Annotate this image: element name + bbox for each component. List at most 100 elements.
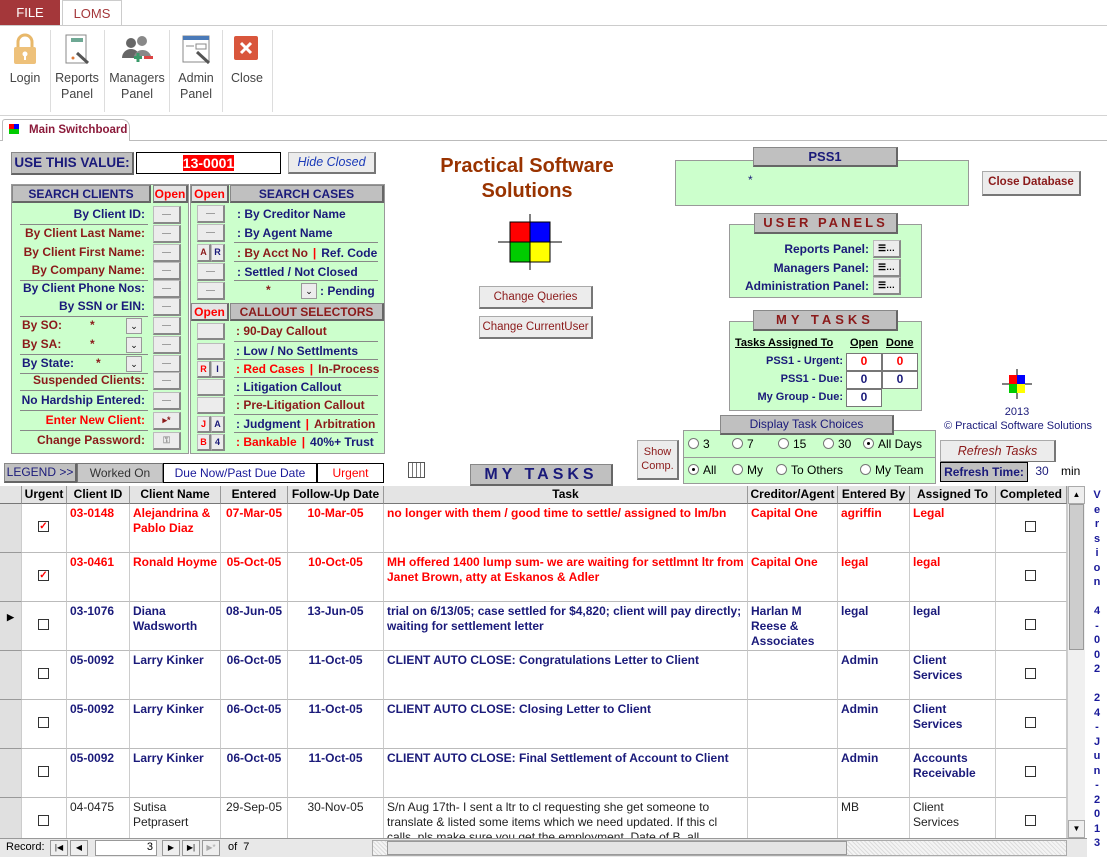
callout-button-j[interactable]: J <box>197 416 211 433</box>
radio-who-all[interactable]: All <box>688 463 716 477</box>
chevron-down-icon[interactable]: ⌄ <box>126 318 142 334</box>
row-selector[interactable] <box>0 798 22 838</box>
grid-horizontal-scrollbar[interactable] <box>372 840 1067 856</box>
radio-days-7[interactable]: 7 <box>732 437 754 451</box>
row-selector[interactable]: ▶ <box>0 602 22 651</box>
search-client-open-button[interactable]: — <box>153 206 181 224</box>
checkbox-completed[interactable] <box>1025 766 1036 777</box>
tab-main-switchboard[interactable]: Main Switchboard <box>2 119 130 141</box>
search-client-open-button[interactable]: — <box>153 262 181 280</box>
radio-days-15[interactable]: 15 <box>778 437 806 451</box>
search-client-open-button[interactable]: — <box>153 392 181 410</box>
callout-button-a[interactable]: A <box>211 416 225 433</box>
checkbox-completed[interactable] <box>1025 815 1036 826</box>
radio-who-my-team[interactable]: My Team <box>860 463 923 477</box>
callout-button[interactable] <box>197 343 225 360</box>
radio-days-3[interactable]: 3 <box>688 437 710 451</box>
open-reports-panel-button[interactable]: ☰… <box>873 240 901 258</box>
cell-task[interactable]: no longer with them / good time to settl… <box>384 504 748 553</box>
search-client-open-button[interactable]: — <box>153 280 181 298</box>
chevron-down-icon[interactable]: ⌄ <box>126 356 142 372</box>
checkbox-urgent[interactable] <box>38 717 49 728</box>
row-selector[interactable] <box>0 651 22 700</box>
hscroll-thumb[interactable] <box>387 841 847 855</box>
column-header-client-name[interactable]: Client Name <box>130 486 221 504</box>
search-client-open-button[interactable]: — <box>153 225 181 243</box>
checkbox-urgent[interactable] <box>38 619 49 630</box>
tab-loms[interactable]: LOMS <box>62 0 122 25</box>
checkbox-completed[interactable] <box>1025 521 1036 532</box>
cell-task[interactable]: MH offered 1400 lump sum- we are waiting… <box>384 553 748 602</box>
search-case-button[interactable]: — <box>197 282 225 300</box>
column-header-creditor-agent[interactable]: Creditor/Agent <box>748 486 838 504</box>
column-header-task[interactable]: Task <box>384 486 748 504</box>
search-case-button[interactable]: — <box>197 205 225 223</box>
cell-task[interactable]: CLIENT AUTO CLOSE: Closing Letter to Cli… <box>384 700 748 749</box>
first-record-button[interactable]: |◀ <box>50 840 68 856</box>
search-cases-open[interactable]: Open <box>191 185 229 203</box>
checkbox-completed[interactable] <box>1025 619 1036 630</box>
show-completed-button[interactable]: Show Comp. <box>637 440 679 480</box>
checkbox-completed[interactable] <box>1025 570 1036 581</box>
use-value-field[interactable]: 13-0001 <box>136 152 281 174</box>
checkbox-urgent[interactable]: ✓ <box>38 570 49 581</box>
open-administration-panel-button[interactable]: ☰… <box>873 277 901 295</box>
case-button-r[interactable]: R <box>211 244 225 262</box>
scroll-thumb[interactable] <box>1069 504 1084 650</box>
cell-task[interactable]: S/n Aug 17th- I sent a ltr to cl request… <box>384 798 748 838</box>
change-queries-button[interactable]: Change Queries <box>479 286 593 309</box>
refresh-tasks-button[interactable]: Refresh Tasks <box>940 440 1056 463</box>
tab-file[interactable]: FILE <box>0 0 60 25</box>
column-header-entered-by[interactable]: Entered By <box>838 486 910 504</box>
cell-task[interactable]: CLIENT AUTO CLOSE: Congratulations Lette… <box>384 651 748 700</box>
radio-who-my[interactable]: My <box>732 463 763 477</box>
search-client-open-button[interactable]: ▸* <box>153 412 181 430</box>
callout-button[interactable] <box>197 323 225 340</box>
managers-panel-button[interactable]: Managers Panel <box>108 32 166 102</box>
prev-record-button[interactable]: ◀ <box>70 840 88 856</box>
search-client-open-button[interactable]: ⚿ <box>153 432 181 450</box>
checkbox-urgent[interactable] <box>38 668 49 679</box>
new-record-button[interactable]: ▶* <box>202 840 220 856</box>
login-button[interactable]: Login <box>3 32 47 86</box>
checkbox-urgent[interactable] <box>38 766 49 777</box>
callout-button-r[interactable]: R <box>197 361 211 378</box>
search-client-open-button[interactable]: — <box>153 317 181 335</box>
close-button[interactable]: Close <box>225 32 269 86</box>
callout-button-b[interactable]: B <box>197 434 211 451</box>
row-selector[interactable] <box>0 700 22 749</box>
callout-button[interactable] <box>197 397 225 414</box>
search-client-open-button[interactable]: — <box>153 298 181 316</box>
radio-days-30[interactable]: 30 <box>823 437 851 451</box>
search-case-button[interactable]: — <box>197 263 225 281</box>
callout-open[interactable]: Open <box>191 303 229 321</box>
last-record-button[interactable]: ▶| <box>182 840 200 856</box>
checkbox-completed[interactable] <box>1025 668 1036 679</box>
callout-button-4[interactable]: 4 <box>211 434 225 451</box>
close-database-button[interactable]: Close Database <box>982 171 1081 196</box>
search-client-open-button[interactable]: — <box>153 244 181 262</box>
case-button-a[interactable]: A <box>197 244 211 262</box>
column-header-assigned-to[interactable]: Assigned To <box>910 486 996 504</box>
search-clients-open[interactable]: Open <box>153 185 188 203</box>
chevron-down-icon[interactable]: ⌄ <box>126 337 142 353</box>
scroll-up-icon[interactable]: ▲ <box>1068 486 1085 504</box>
change-current-user-button[interactable]: Change CurrentUser <box>479 316 593 339</box>
calendar-icon[interactable] <box>408 462 425 478</box>
open-managers-panel-button[interactable]: ☰… <box>873 259 901 277</box>
chevron-down-icon[interactable]: ⌄ <box>301 283 317 299</box>
grid-vertical-scrollbar[interactable]: ▲ ▼ <box>1067 486 1085 838</box>
callout-button-i[interactable]: I <box>211 361 225 378</box>
cell-task[interactable]: CLIENT AUTO CLOSE: Final Settlement of A… <box>384 749 748 798</box>
callout-button[interactable] <box>197 379 225 396</box>
current-record-input[interactable]: 3 <box>95 840 157 856</box>
reports-panel-button[interactable]: Reports Panel <box>53 32 101 102</box>
search-client-open-button[interactable]: — <box>153 355 181 373</box>
checkbox-completed[interactable] <box>1025 717 1036 728</box>
column-header-client-id[interactable]: Client ID <box>67 486 130 504</box>
column-header-urgent[interactable]: Urgent <box>22 486 67 504</box>
search-case-button[interactable]: — <box>197 224 225 242</box>
checkbox-urgent[interactable] <box>38 815 49 826</box>
admin-panel-button[interactable]: Admin Panel <box>172 32 220 102</box>
column-header-follow-up-date[interactable]: Follow-Up Date <box>288 486 384 504</box>
